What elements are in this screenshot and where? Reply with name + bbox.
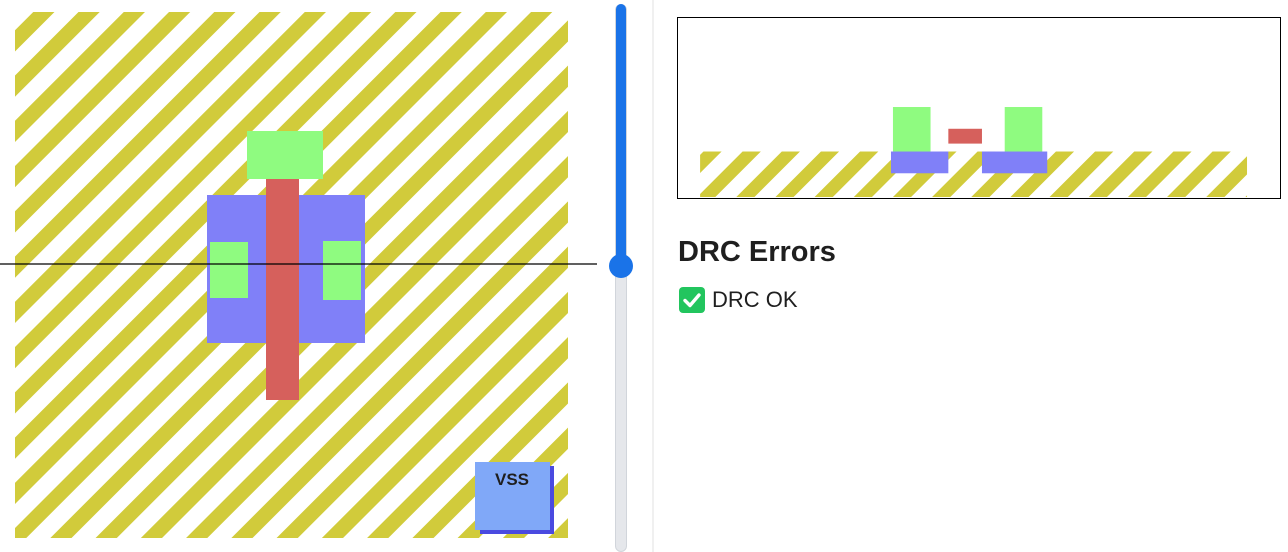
drc-status-text: DRC OK bbox=[712, 287, 798, 312]
cs-right-contact bbox=[1004, 107, 1043, 152]
poly-gate[interactable] bbox=[266, 179, 299, 400]
cs-right-diffusion bbox=[981, 151, 1048, 174]
check-mark-icon bbox=[678, 286, 706, 314]
cs-poly-gate bbox=[948, 128, 982, 144]
depth-slider-thumb[interactable] bbox=[609, 254, 633, 278]
depth-slider-fill bbox=[616, 4, 626, 266]
cs-nwell-region bbox=[700, 151, 1248, 198]
top-contact[interactable] bbox=[247, 131, 323, 179]
drc-title: DRC Errors bbox=[678, 236, 836, 268]
right-contact[interactable] bbox=[323, 241, 361, 300]
drc-status: DRC OK bbox=[678, 286, 798, 314]
cross-section-view bbox=[677, 17, 1281, 199]
vss-pin-label: VSS bbox=[495, 470, 529, 489]
layout-canvas[interactable]: VSS bbox=[0, 0, 600, 552]
layout-editor: VSS DRC Errors DRC OK bbox=[0, 0, 1288, 552]
cs-left-contact bbox=[892, 107, 931, 152]
vss-pin[interactable]: VSS bbox=[475, 462, 554, 534]
panel-divider bbox=[652, 0, 654, 552]
cs-left-diffusion bbox=[890, 151, 949, 174]
left-contact[interactable] bbox=[210, 242, 248, 298]
